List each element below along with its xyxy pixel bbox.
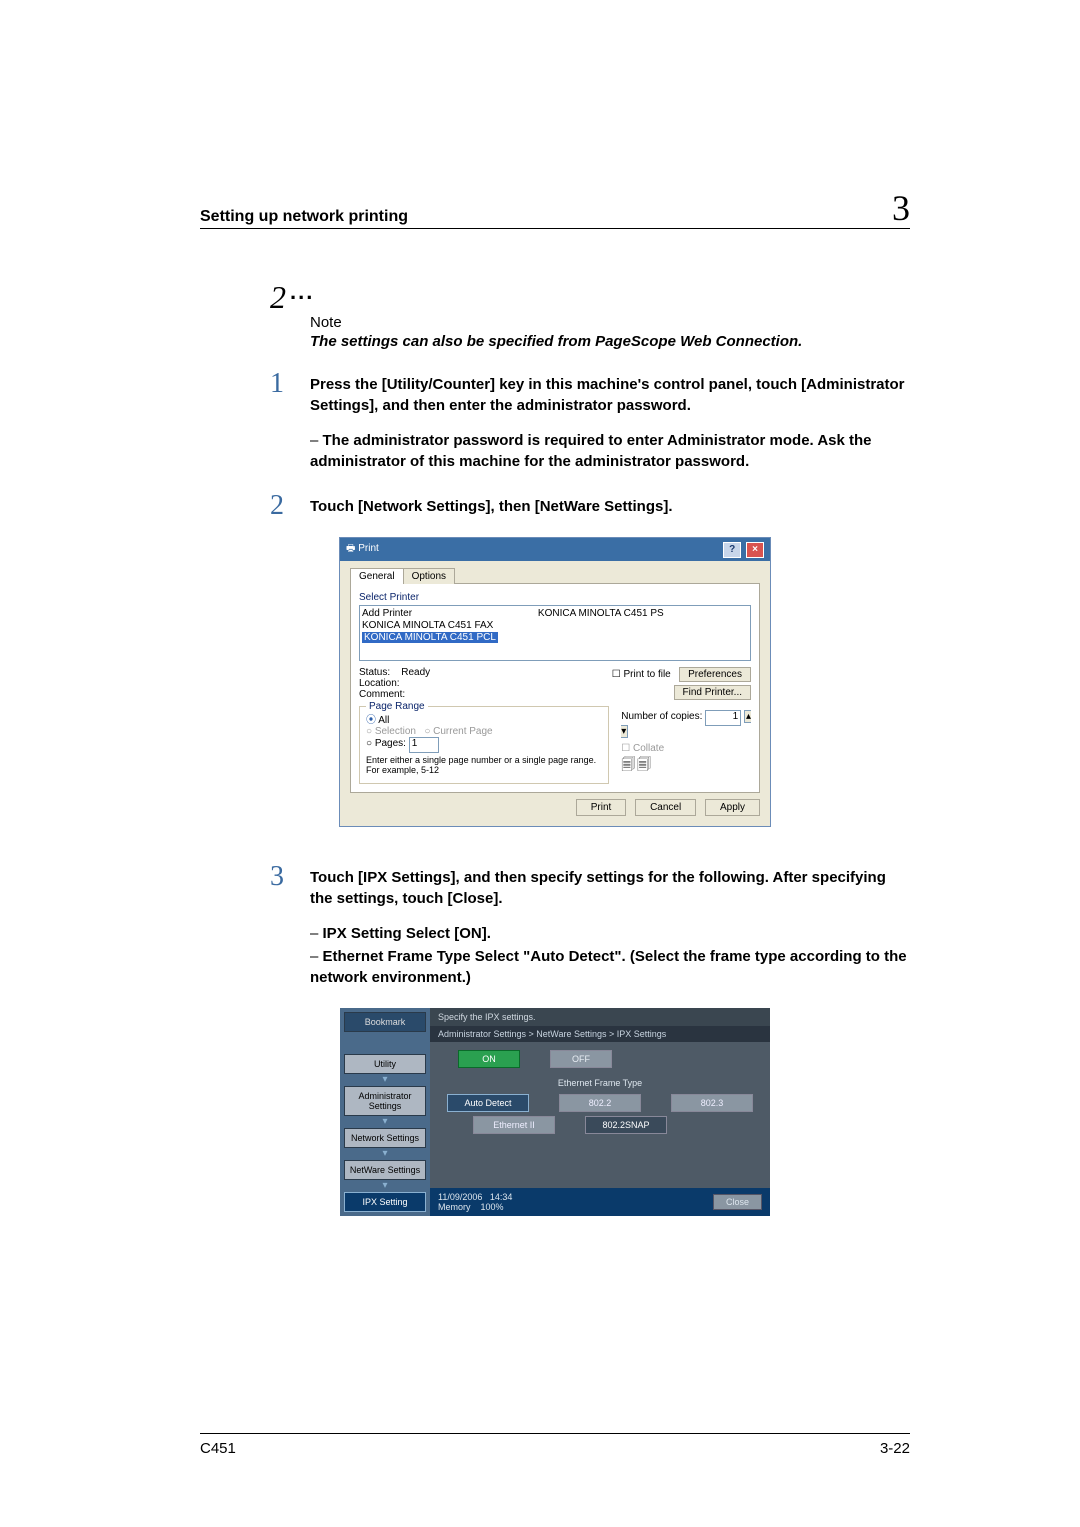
sidebar-netware-settings[interactable]: NetWare Settings [344, 1160, 426, 1180]
step-2-number: 2 [270, 490, 284, 522]
page-range-legend: Page Range [366, 701, 428, 712]
close-icon[interactable]: × [746, 542, 764, 558]
collate-checkbox: Collate [621, 743, 664, 754]
add-printer-item[interactable]: Add Printer [362, 608, 498, 619]
find-printer-button[interactable]: Find Printer... [674, 685, 751, 700]
note-dots-icon: ... [290, 279, 314, 304]
panel-memory-value: 100% [481, 1202, 504, 1212]
step-3-sub1: IPX Setting Select [ON]. [310, 923, 910, 944]
touch-panel: Bookmark Utility ▾ Administrator Setting… [340, 1008, 770, 1216]
opt-8023[interactable]: 802.3 [671, 1094, 753, 1112]
footer-model: C451 [200, 1440, 236, 1457]
sidebar-admin-settings[interactable]: Administrator Settings [344, 1086, 426, 1116]
arrow-down-icon: ▾ [344, 1182, 426, 1190]
arrow-down-icon: ▾ [344, 1150, 426, 1158]
print-dialog: 🖶 Print ? × GeneralOptions Select Printe… [339, 537, 771, 827]
step-3-text: Touch [IPX Settings], and then specify s… [310, 867, 910, 909]
cancel-button[interactable]: Cancel [635, 799, 696, 816]
opt-auto-detect[interactable]: Auto Detect [447, 1094, 529, 1112]
printer-pcl-item[interactable]: KONICA MINOLTA C451 PCL [362, 632, 498, 643]
panel-time: 14:34 [490, 1192, 513, 1202]
panel-instruction: Specify the IPX settings. [430, 1008, 770, 1026]
frame-type-label: Ethernet Frame Type [438, 1078, 762, 1088]
select-printer-label: Select Printer [359, 592, 751, 603]
close-button[interactable]: Close [713, 1194, 762, 1210]
note-label: Note [310, 314, 910, 331]
range-selection-radio: Selection [366, 726, 416, 737]
panel-memory-label: Memory [438, 1202, 471, 1212]
opt-ethernet2[interactable]: Ethernet II [473, 1116, 555, 1134]
note-number: 2 [270, 279, 286, 316]
tab-general[interactable]: General [350, 568, 404, 584]
dialog-title: Print [358, 543, 379, 554]
sidebar-ipx-setting[interactable]: IPX Setting [344, 1192, 426, 1212]
sidebar-utility[interactable]: Utility [344, 1054, 426, 1074]
step-3-sub2: Ethernet Frame Type Select "Auto Detect"… [310, 946, 910, 988]
range-pages-radio[interactable]: Pages: [366, 738, 406, 749]
status-label: Status: [359, 667, 390, 678]
on-button[interactable]: ON [458, 1050, 520, 1068]
tab-options[interactable]: Options [403, 568, 455, 584]
copies-label: Number of copies: [621, 711, 702, 722]
apply-button[interactable]: Apply [705, 799, 760, 816]
print-button[interactable]: Print [576, 799, 627, 816]
pages-hint: Enter either a single page number or a s… [366, 755, 602, 775]
step-1-subtext: The administrator password is required t… [310, 430, 910, 472]
sidebar-network-settings[interactable]: Network Settings [344, 1128, 426, 1148]
help-icon[interactable]: ? [723, 542, 741, 558]
printer-icon: 🖶 [346, 543, 358, 554]
status-value: Ready [401, 667, 430, 678]
opt-8022[interactable]: 802.2 [559, 1094, 641, 1112]
sidebar-bookmark[interactable]: Bookmark [344, 1012, 426, 1032]
collate-icon: 🗐 🗐 [621, 754, 751, 778]
chapter-number: 3 [892, 190, 910, 226]
comment-label: Comment: [359, 689, 430, 700]
printer-fax-item[interactable]: KONICA MINOLTA C451 FAX [362, 620, 498, 631]
panel-date: 11/09/2006 [438, 1192, 482, 1202]
copies-input[interactable]: 1 [705, 710, 741, 726]
breadcrumb: Administrator Settings > NetWare Setting… [430, 1026, 770, 1042]
off-button[interactable]: OFF [550, 1050, 612, 1068]
step-3-number: 3 [270, 861, 284, 893]
range-all-radio[interactable]: All [366, 711, 602, 726]
arrow-down-icon: ▾ [344, 1076, 426, 1084]
print-to-file-checkbox[interactable]: Print to file [612, 669, 671, 680]
range-current-radio: Current Page [424, 726, 492, 737]
step-2-text: Touch [Network Settings], then [NetWare … [310, 496, 910, 517]
section-title: Setting up network printing [200, 208, 408, 226]
pages-input[interactable]: 1 [409, 737, 439, 753]
arrow-down-icon: ▾ [344, 1118, 426, 1126]
printer-ps-item[interactable]: KONICA MINOLTA C451 PS [538, 608, 664, 619]
step-1-number: 1 [270, 368, 284, 400]
preferences-button[interactable]: Preferences [679, 667, 751, 682]
note-text: The settings can also be specified from … [310, 333, 910, 350]
step-1-text: Press the [Utility/Counter] key in this … [310, 374, 910, 416]
opt-snap[interactable]: 802.2SNAP [585, 1116, 667, 1134]
location-label: Location: [359, 678, 430, 689]
footer-page: 3-22 [880, 1440, 910, 1457]
